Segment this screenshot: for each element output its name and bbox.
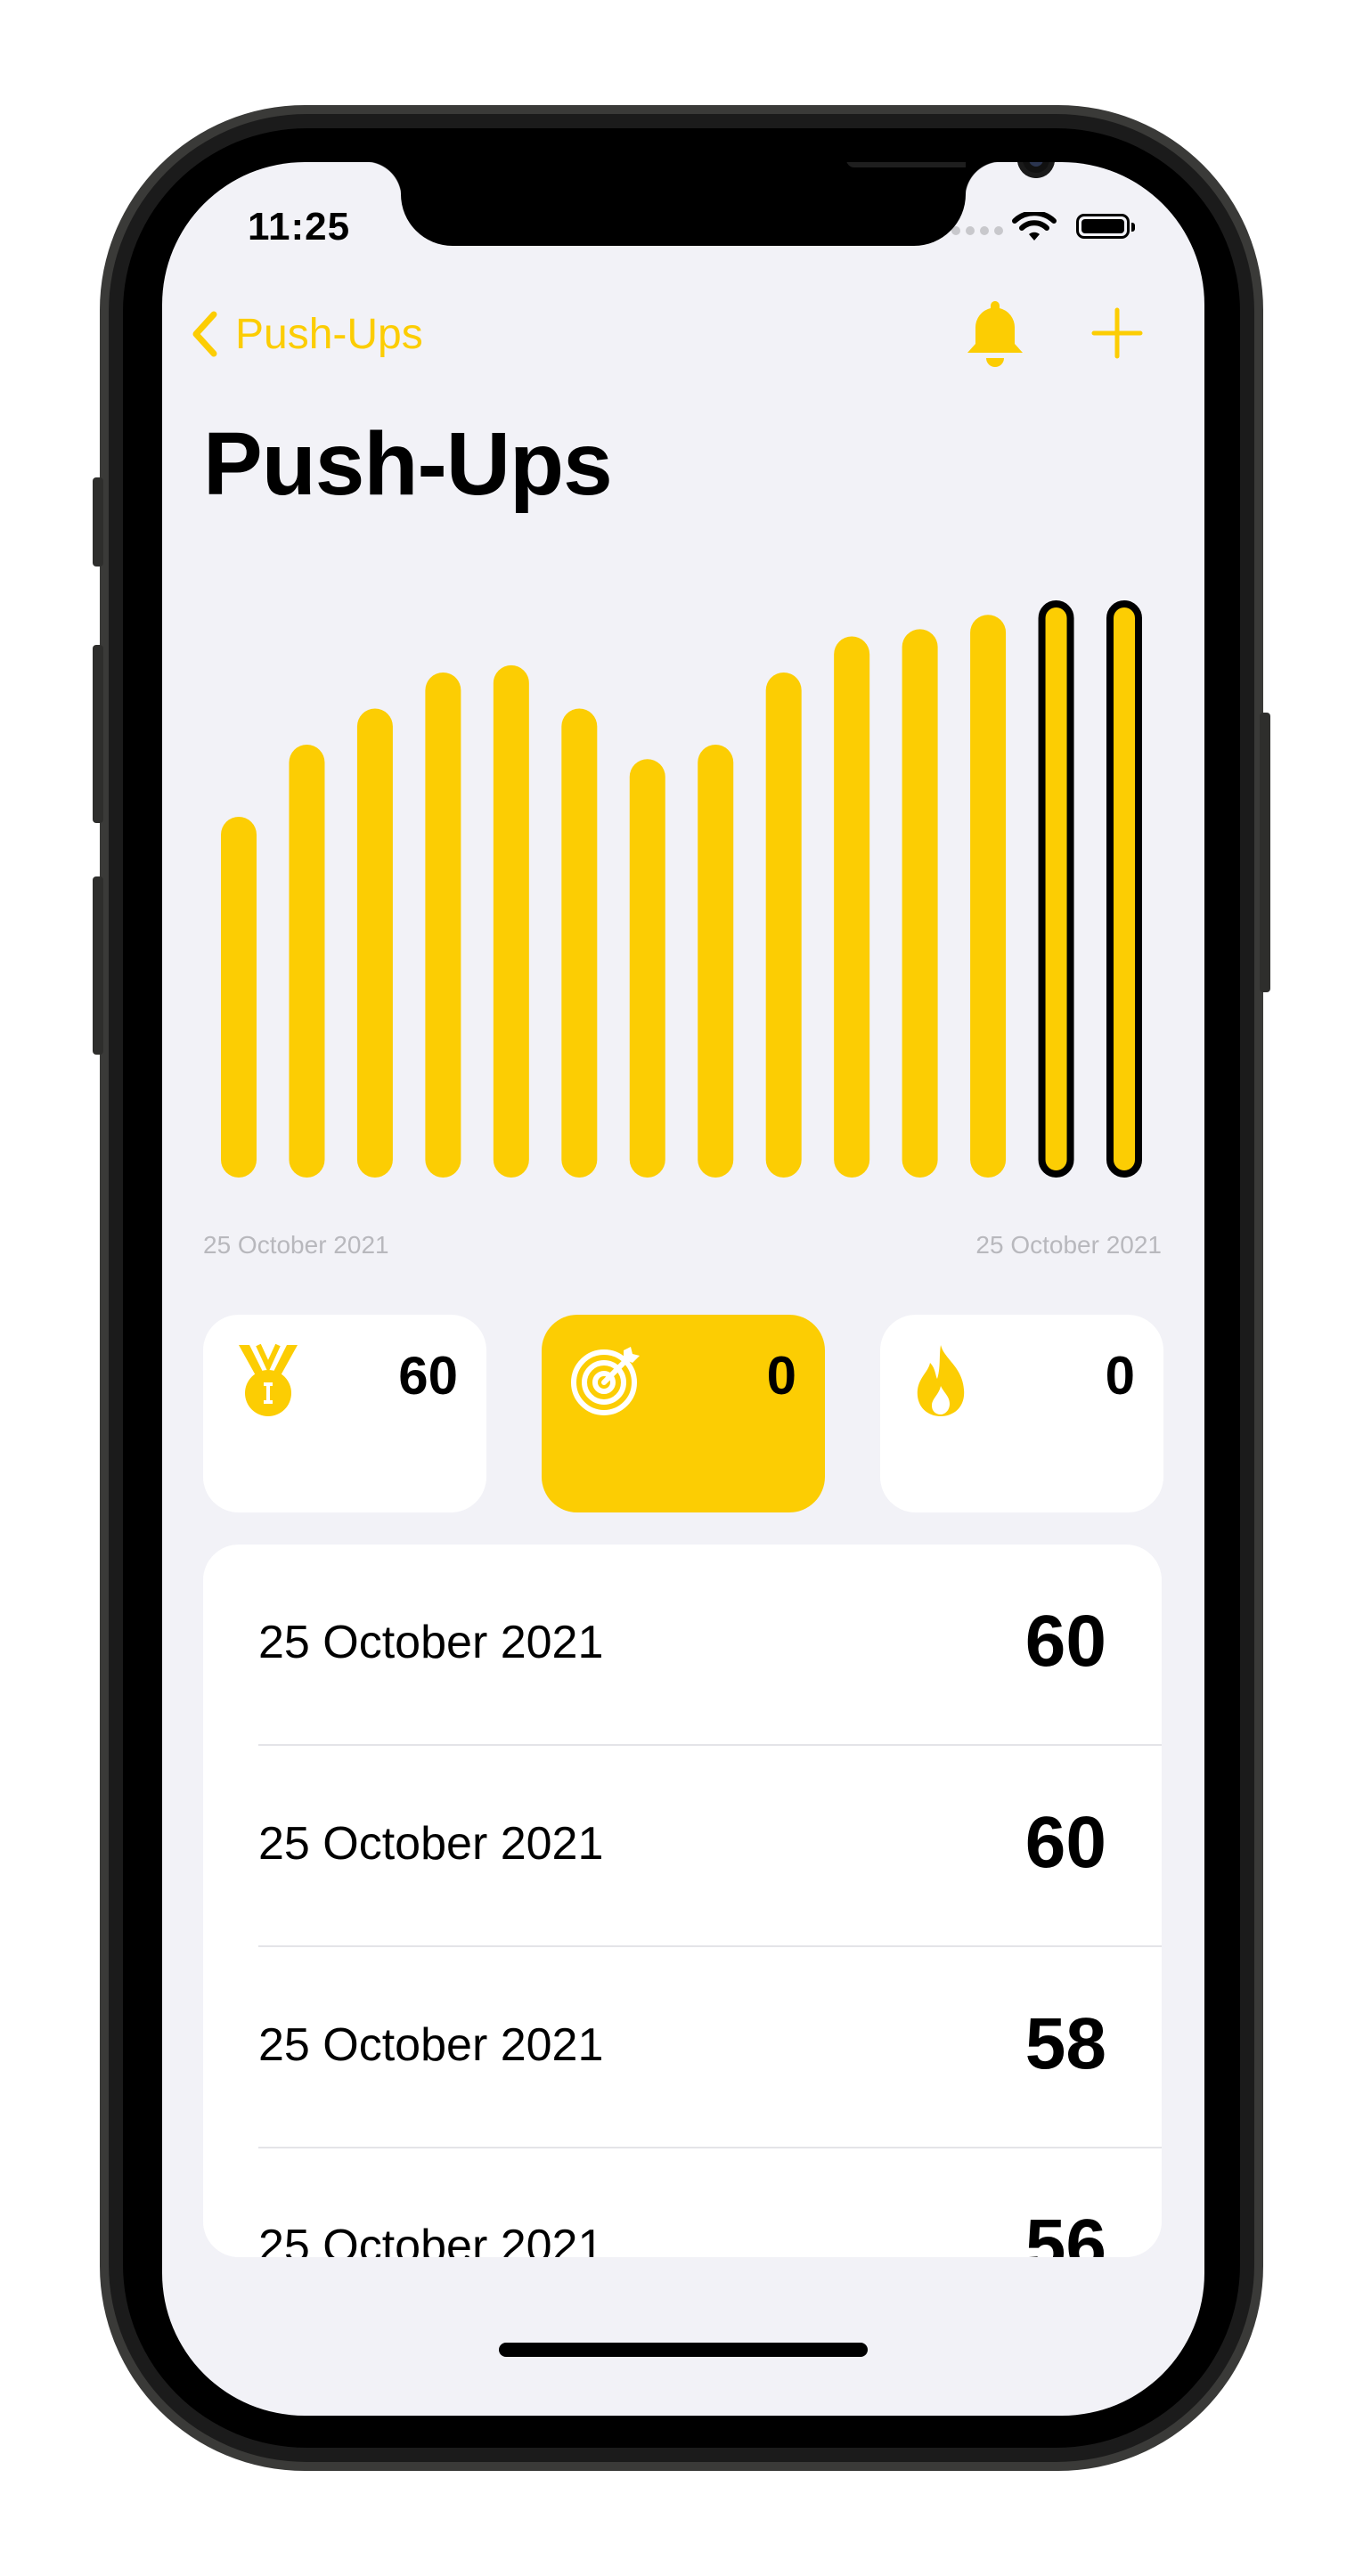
entry-count: 60 [1024,1601,1106,1682]
home-indicator[interactable] [499,2343,868,2357]
history-list: 25 October 2021 60 25 October 2021 60 25… [203,1545,1162,2257]
chart-bar[interactable] [221,817,257,1178]
entry-count: 56 [1024,2205,1106,2257]
entry-count: 58 [1024,2003,1106,2084]
chart-bar[interactable] [493,664,529,1178]
entry-date: 25 October 2021 [258,2221,604,2257]
chart-bar[interactable] [425,673,461,1178]
chart-start-date: 25 October 2021 [203,1231,389,1259]
page-title: Push-Ups [203,414,613,514]
volume-up-button [93,645,103,823]
chart-bar[interactable] [629,759,665,1178]
stat-card-goal[interactable]: 0 [542,1315,825,1512]
list-item[interactable]: 25 October 2021 60 [203,1545,1162,1746]
chevron-left-icon [192,311,217,357]
list-item[interactable]: 25 October 2021 60 [203,1746,1162,1947]
chart-bar[interactable] [902,629,938,1178]
list-item[interactable]: 25 October 2021 58 [203,1947,1162,2148]
battery-icon [1076,214,1135,239]
stat-value-best: 60 [398,1346,458,1406]
medal-icon [239,1343,298,1416]
status-icons [951,208,1156,244]
power-button [1260,713,1270,992]
cellular-signal-icon [951,226,1003,235]
chart-bar[interactable] [561,708,598,1178]
wifi-icon [1012,212,1057,240]
chart-bar[interactable] [970,615,1007,1178]
stat-card-best[interactable]: 60 [203,1315,486,1512]
target-icon [571,1347,640,1415]
status-time: 11:25 [248,205,351,249]
stat-value-goal: 0 [766,1346,796,1406]
entry-count: 60 [1024,1802,1106,1883]
flame-icon [917,1345,965,1416]
progress-bar-chart [221,600,1142,1178]
chart-bar[interactable] [834,636,870,1178]
entry-date: 25 October 2021 [258,1617,604,1668]
stat-value-streak: 0 [1105,1346,1135,1406]
back-button-label: Push-Ups [235,310,423,358]
volume-down-button [93,876,103,1055]
stat-card-streak[interactable]: 0 [880,1315,1163,1512]
screen: 11:25 Push-Ups Push-Ups 25 October 2021 … [162,162,1204,2416]
back-button[interactable]: Push-Ups [187,303,423,365]
chart-bar[interactable] [698,745,734,1178]
silent-switch [93,477,103,567]
notch [365,162,1055,246]
chart-end-date: 25 October 2021 [975,1231,1162,1259]
bell-icon[interactable] [960,298,1030,371]
chart-bar-selected[interactable] [1106,600,1142,1178]
entry-date: 25 October 2021 [258,1818,604,1870]
chart-bar-selected[interactable] [1038,600,1074,1178]
chart-bar[interactable] [289,745,325,1178]
add-icon[interactable] [1089,305,1146,362]
list-item[interactable]: 25 October 2021 56 [203,2148,1162,2257]
entry-date: 25 October 2021 [258,2019,604,2071]
chart-bar[interactable] [356,708,393,1178]
chart-bar[interactable] [765,673,802,1178]
